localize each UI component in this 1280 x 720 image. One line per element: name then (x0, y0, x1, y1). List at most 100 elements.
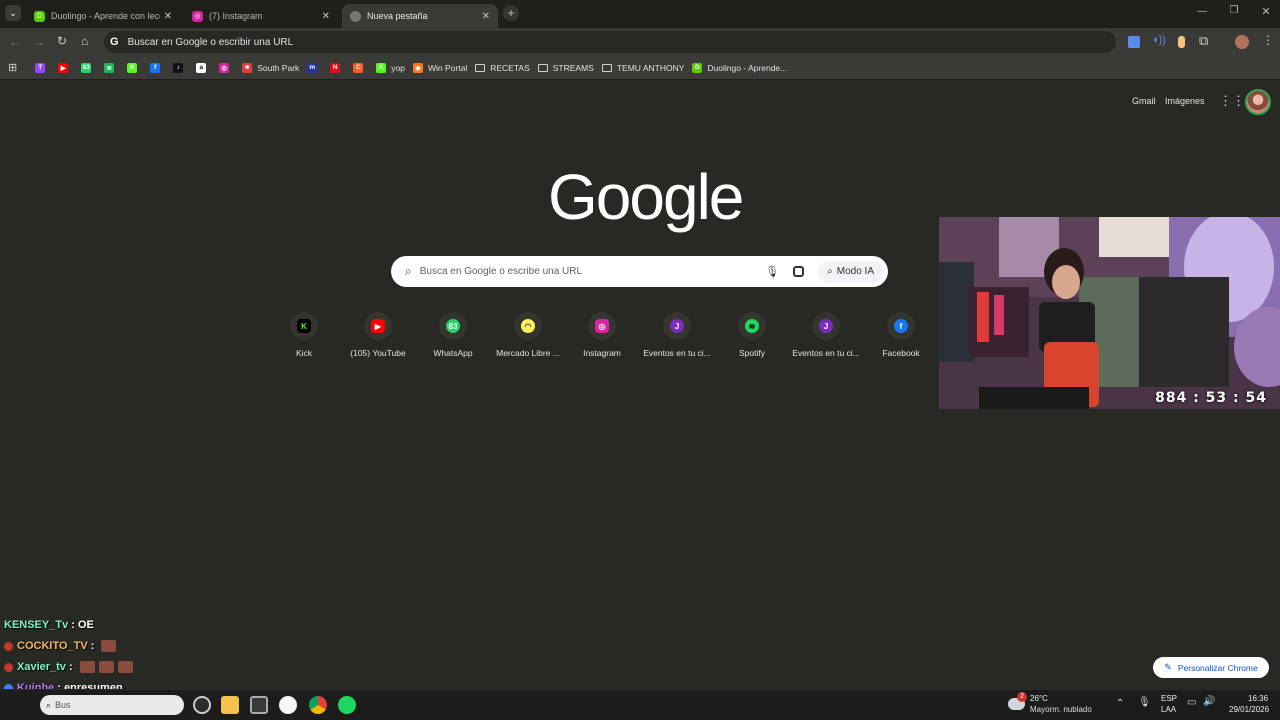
close-window-button[interactable]: ✕ (1254, 5, 1278, 18)
bookmark-item[interactable]: RECETAS (471, 59, 534, 77)
duolingo-icon: D (34, 10, 45, 22)
bookmark-item[interactable]: K (123, 59, 146, 77)
chat-username: KENSEY_Tv (4, 619, 69, 631)
tab-new-tab[interactable]: Nueva pestaña ✕ (342, 4, 498, 28)
extension-icon[interactable] (1178, 36, 1185, 48)
lens-icon[interactable] (793, 266, 805, 277)
shortcut-tile[interactable]: ◠ Mercado Libre ... (491, 312, 565, 358)
search-box[interactable]: ⌕ Busca en Google o escribe una URL 🎙 ⌕ … (391, 256, 888, 287)
minimize-button[interactable]: — (1190, 6, 1214, 17)
overwatch-icon[interactable] (279, 696, 297, 714)
language-bottom[interactable]: LAA (1161, 705, 1176, 714)
gmail-link[interactable]: Gmail (1132, 96, 1156, 106)
shortcut-label: Mercado Libre ... (496, 348, 560, 358)
chat-emote-icon (79, 661, 95, 673)
bookmark-label: RECETAS (490, 62, 530, 73)
restore-button[interactable]: ❐ (1222, 5, 1246, 16)
bookmark-item[interactable]: ■ South Park (238, 59, 303, 77)
customize-chrome-button[interactable]: ✎ Personalizar Chrome (1153, 657, 1269, 678)
chat-separator: : (68, 619, 78, 631)
shortcut-label: Kick (295, 348, 313, 358)
volume-icon[interactable]: 🔊 (1203, 696, 1215, 707)
bookmarks-bar: ⊞ T ▶ 83 ≋ Kf ♪ a ◎ ■ South Park m N C Kyop ◆ Win Porta… (0, 56, 1280, 80)
tab-duolingo[interactable]: D Duolingo - Aprende con leccio ✕ (26, 4, 180, 28)
address-bar[interactable]: G Buscar en Google o escribir una URL (104, 31, 1116, 53)
shortcut-tile[interactable]: 83 WhatsApp (416, 312, 490, 358)
bookmark-icon: f (150, 62, 161, 73)
read-aloud-icon[interactable]: ◖)) (1152, 34, 1166, 46)
bookmark-item[interactable]: ≋ (100, 59, 123, 77)
chatgpt-icon[interactable] (193, 696, 211, 714)
bookmark-item[interactable]: ◎ (215, 59, 238, 77)
close-icon[interactable]: ✕ (482, 11, 490, 22)
instagram-icon: ◎ (192, 10, 203, 22)
taskbar-search[interactable]: ⌕ Bus (40, 695, 184, 715)
bookmark-label: South Park (257, 62, 300, 73)
network-icon[interactable]: ▭ (1187, 697, 1196, 708)
close-icon[interactable]: ✕ (322, 11, 330, 22)
bookmark-item[interactable]: ◆ Win Portal (409, 59, 471, 77)
bookmark-icon: ◆ (413, 62, 423, 73)
clock-time[interactable]: 16:36 (1248, 694, 1268, 703)
apps-grid-icon[interactable]: ⊞ (8, 61, 17, 74)
bookmark-icon: N (330, 62, 341, 73)
new-tab-button[interactable]: + (503, 5, 519, 21)
bookmark-label: yop (391, 62, 405, 73)
bookmark-item[interactable]: f (146, 59, 169, 77)
images-link[interactable]: Imágenes (1165, 96, 1205, 106)
back-icon[interactable]: ← (9, 35, 21, 49)
tab-title: Duolingo - Aprende con leccio (51, 11, 160, 21)
google-g-icon: G (110, 36, 119, 48)
puzzle-icon[interactable]: ⧉ (1199, 33, 1208, 49)
close-icon[interactable]: ✕ (164, 11, 172, 22)
bookmark-item[interactable]: D Duolingo - Aprende... (688, 59, 791, 77)
shortcut-tile[interactable]: ≋ Spotify (715, 312, 789, 358)
bookmark-icon: ■ (242, 62, 253, 73)
account-avatar[interactable] (1245, 89, 1271, 115)
shortcut-label: WhatsApp (433, 348, 473, 358)
reload-icon[interactable]: ↻ (57, 34, 67, 48)
shortcut-tile[interactable]: ◎ Instagram (565, 312, 639, 358)
bookmark-item[interactable]: a (192, 59, 215, 77)
bookmark-item[interactable]: TEMU ANTHONY (598, 59, 689, 77)
translate-icon[interactable] (1128, 36, 1140, 48)
tab-search-button[interactable]: ⌄ (5, 5, 21, 21)
bookmark-label: STREAMS (552, 62, 594, 73)
home-icon[interactable]: ⌂ (81, 34, 88, 48)
chevron-up-icon[interactable]: ⌃ (1116, 698, 1124, 709)
profile-avatar-small[interactable] (1235, 35, 1249, 49)
spotify-taskbar-icon[interactable] (338, 696, 356, 714)
weather-badge: 2 (1017, 692, 1027, 702)
shortcut-tile[interactable]: ▶ (105) YouTube (341, 312, 415, 358)
shortcut-tile[interactable]: f Facebook (864, 312, 938, 358)
app-icon[interactable] (250, 696, 268, 714)
shortcut-icon: ≋ (745, 319, 759, 333)
shortcut-tile[interactable]: J Eventos en tu ci... (789, 312, 863, 358)
bookmark-item[interactable]: m (303, 59, 326, 77)
bookmark-item[interactable]: ♪ (169, 59, 192, 77)
bookmark-item[interactable]: Kyop (372, 59, 409, 77)
bookmark-item[interactable]: STREAMS (534, 59, 598, 77)
microphone-icon[interactable]: 🎙 (1138, 697, 1151, 708)
bookmark-item[interactable]: C (349, 59, 372, 77)
more-menu-icon[interactable]: ⋮ (1262, 33, 1274, 47)
bookmark-item[interactable]: T (31, 59, 54, 77)
file-explorer-icon[interactable] (221, 696, 239, 714)
shortcut-icon-circle: J (812, 312, 840, 340)
chrome-taskbar-icon[interactable] (309, 696, 327, 714)
shortcut-tile[interactable]: J Eventos en tu ci... (640, 312, 714, 358)
clock-date[interactable]: 29/01/2026 (1229, 705, 1269, 714)
bookmark-icon: T (35, 62, 46, 73)
bookmark-icon: C (353, 62, 364, 73)
language-top[interactable]: ESP (1161, 694, 1177, 703)
stream-timer: 884 : 53 : 54 (1155, 390, 1267, 406)
forward-icon[interactable]: → (33, 35, 45, 49)
shortcut-tile[interactable]: K Kick (267, 312, 341, 358)
bookmark-item[interactable]: ▶ (54, 59, 77, 77)
bookmark-item[interactable]: 83 (77, 59, 100, 77)
tab-instagram[interactable]: ◎ (7) Instagram ✕ (184, 4, 338, 28)
ai-mode-button[interactable]: ⌕ Modo IA (818, 260, 883, 283)
bookmark-icon: D (692, 62, 703, 73)
microphone-icon[interactable]: 🎙 (765, 265, 779, 278)
bookmark-item[interactable]: N (326, 59, 349, 77)
